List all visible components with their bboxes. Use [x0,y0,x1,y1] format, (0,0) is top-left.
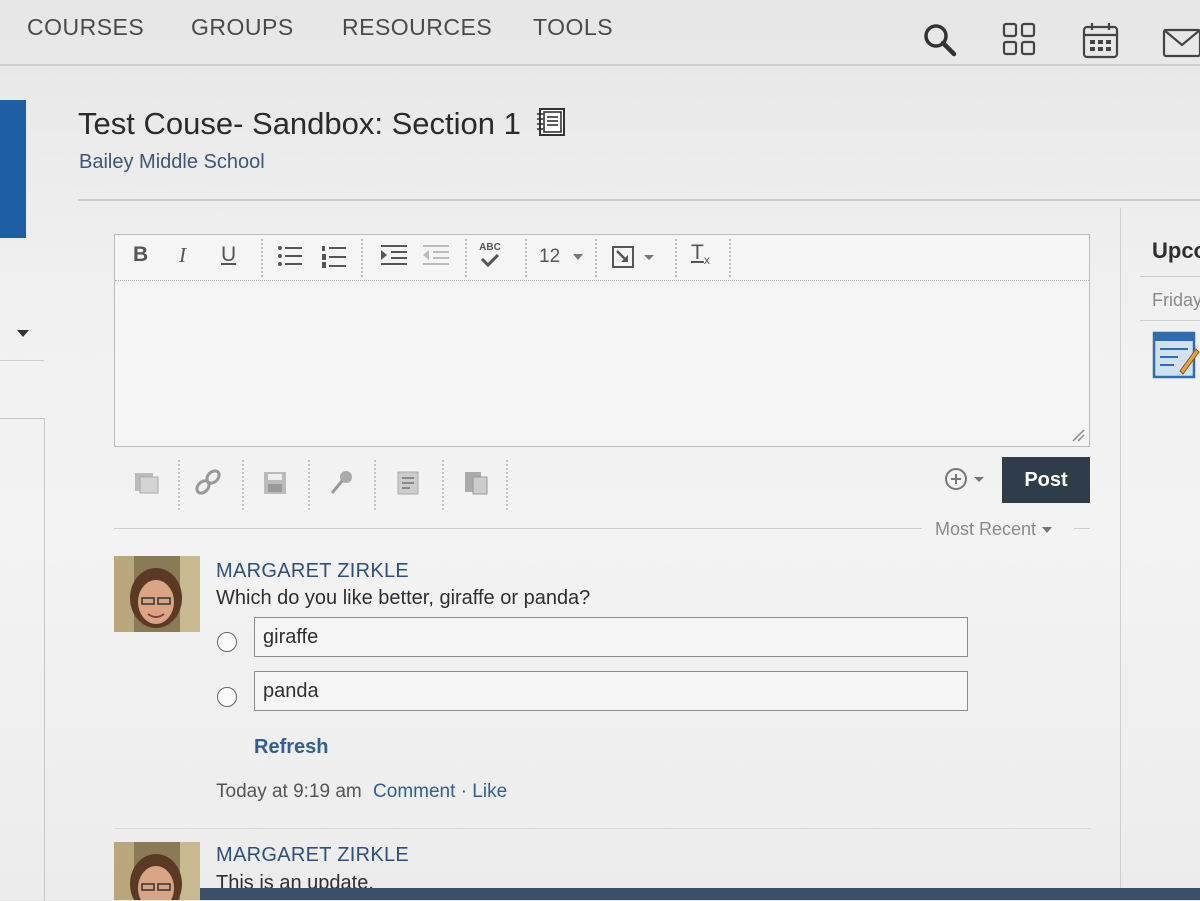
school-name[interactable]: Bailey Middle School [79,151,265,174]
post-author[interactable]: MARGARET ZIRKLE [216,560,409,583]
nav-groups[interactable]: GROUPS [191,14,294,41]
bullet-list-icon[interactable] [277,245,303,273]
spellcheck-button[interactable]: ABC [479,243,501,270]
poll-option-label: panda [263,680,319,702]
font-size-caret-icon [573,253,584,260]
page-title: Test Couse- Sandbox: Section 1 [78,106,521,141]
left-panel [0,418,45,901]
poll-option-radio-panda[interactable] [217,687,237,707]
left-divider [0,360,44,361]
nav-divider [0,64,1200,66]
sort-divider-left [114,528,922,529]
post-meta: Today at 9:19 am Comment · Like [216,781,507,803]
refresh-link[interactable]: Refresh [254,736,328,759]
post-timestamp: Today at 9:19 am [216,781,362,802]
save-icon[interactable] [260,468,288,501]
editor-toolbar: B I U ABC 12 Tx [115,235,1089,281]
upcoming-divider [1140,276,1200,277]
post-button[interactable]: Post [1002,457,1090,503]
italic-button[interactable]: I [179,243,186,268]
like-link[interactable]: Like [472,781,507,802]
top-navigation: COURSES GROUPS RESOURCES TOOLS [0,0,1200,62]
poll-option-panda[interactable]: panda [254,671,968,711]
post-message: Which do you like better, giraffe or pan… [216,587,591,609]
sort-divider-right [1074,528,1090,529]
reaction-add-icon[interactable] [942,466,990,497]
checkmark-icon [480,253,500,268]
bottom-edge [200,888,1200,900]
poll-option-giraffe[interactable]: giraffe [254,617,968,657]
nav-courses[interactable]: COURSES [27,14,144,41]
apps-grid-icon[interactable] [1002,22,1038,63]
right-column-divider [1120,208,1121,900]
resize-handle-icon[interactable] [1071,428,1085,442]
post-editor: B I U ABC 12 Tx [114,234,1090,447]
sort-label: Most Recent [935,519,1037,539]
attachment-toolbar [114,456,514,514]
header-divider [78,199,1200,201]
upcoming-heading: Upco [1152,238,1200,263]
sort-dropdown[interactable]: Most Recent [935,519,1053,540]
attach-file-icon[interactable] [132,468,160,501]
poll-option-label: giraffe [263,626,319,648]
spellcheck-label: ABC [479,242,501,253]
comment-link[interactable]: Comment [373,781,455,802]
left-dropdown-caret-icon[interactable] [17,330,29,337]
clear-format-label: T [691,241,704,264]
microphone-icon[interactable] [328,468,356,501]
link-icon[interactable] [194,468,222,501]
font-size-value: 12 [539,246,561,267]
underline-button[interactable]: U [221,243,236,267]
post-author[interactable]: MARGARET ZIRKLE [216,844,409,867]
clipboard-icon[interactable] [462,468,490,501]
bold-button[interactable]: B [133,243,148,267]
outdent-icon[interactable] [423,245,449,273]
post-divider [114,828,1090,829]
clear-format-button[interactable]: Tx [691,241,710,267]
avatar[interactable] [114,842,200,900]
upcoming-day: Friday [1152,290,1200,310]
left-course-tile[interactable] [0,100,26,238]
meta-separator: · [460,781,468,802]
poll-option-radio-giraffe[interactable] [217,632,237,652]
assignment-icon[interactable] [1152,331,1200,384]
nav-tools[interactable]: TOOLS [533,14,613,41]
calendar-icon[interactable] [1082,22,1120,65]
nav-resources[interactable]: RESOURCES [342,14,492,41]
mail-icon[interactable] [1162,28,1200,63]
search-icon[interactable] [922,22,958,63]
indent-icon[interactable] [381,245,407,273]
document-icon[interactable] [394,468,422,501]
font-size-select[interactable]: 12 [539,246,584,268]
avatar[interactable] [114,556,200,632]
upcoming-day-divider [1140,320,1200,321]
numbered-list-icon[interactable] [321,245,347,275]
insert-menu-icon[interactable] [611,245,655,275]
notebook-icon[interactable] [536,107,566,142]
sort-caret-icon [1042,527,1053,534]
